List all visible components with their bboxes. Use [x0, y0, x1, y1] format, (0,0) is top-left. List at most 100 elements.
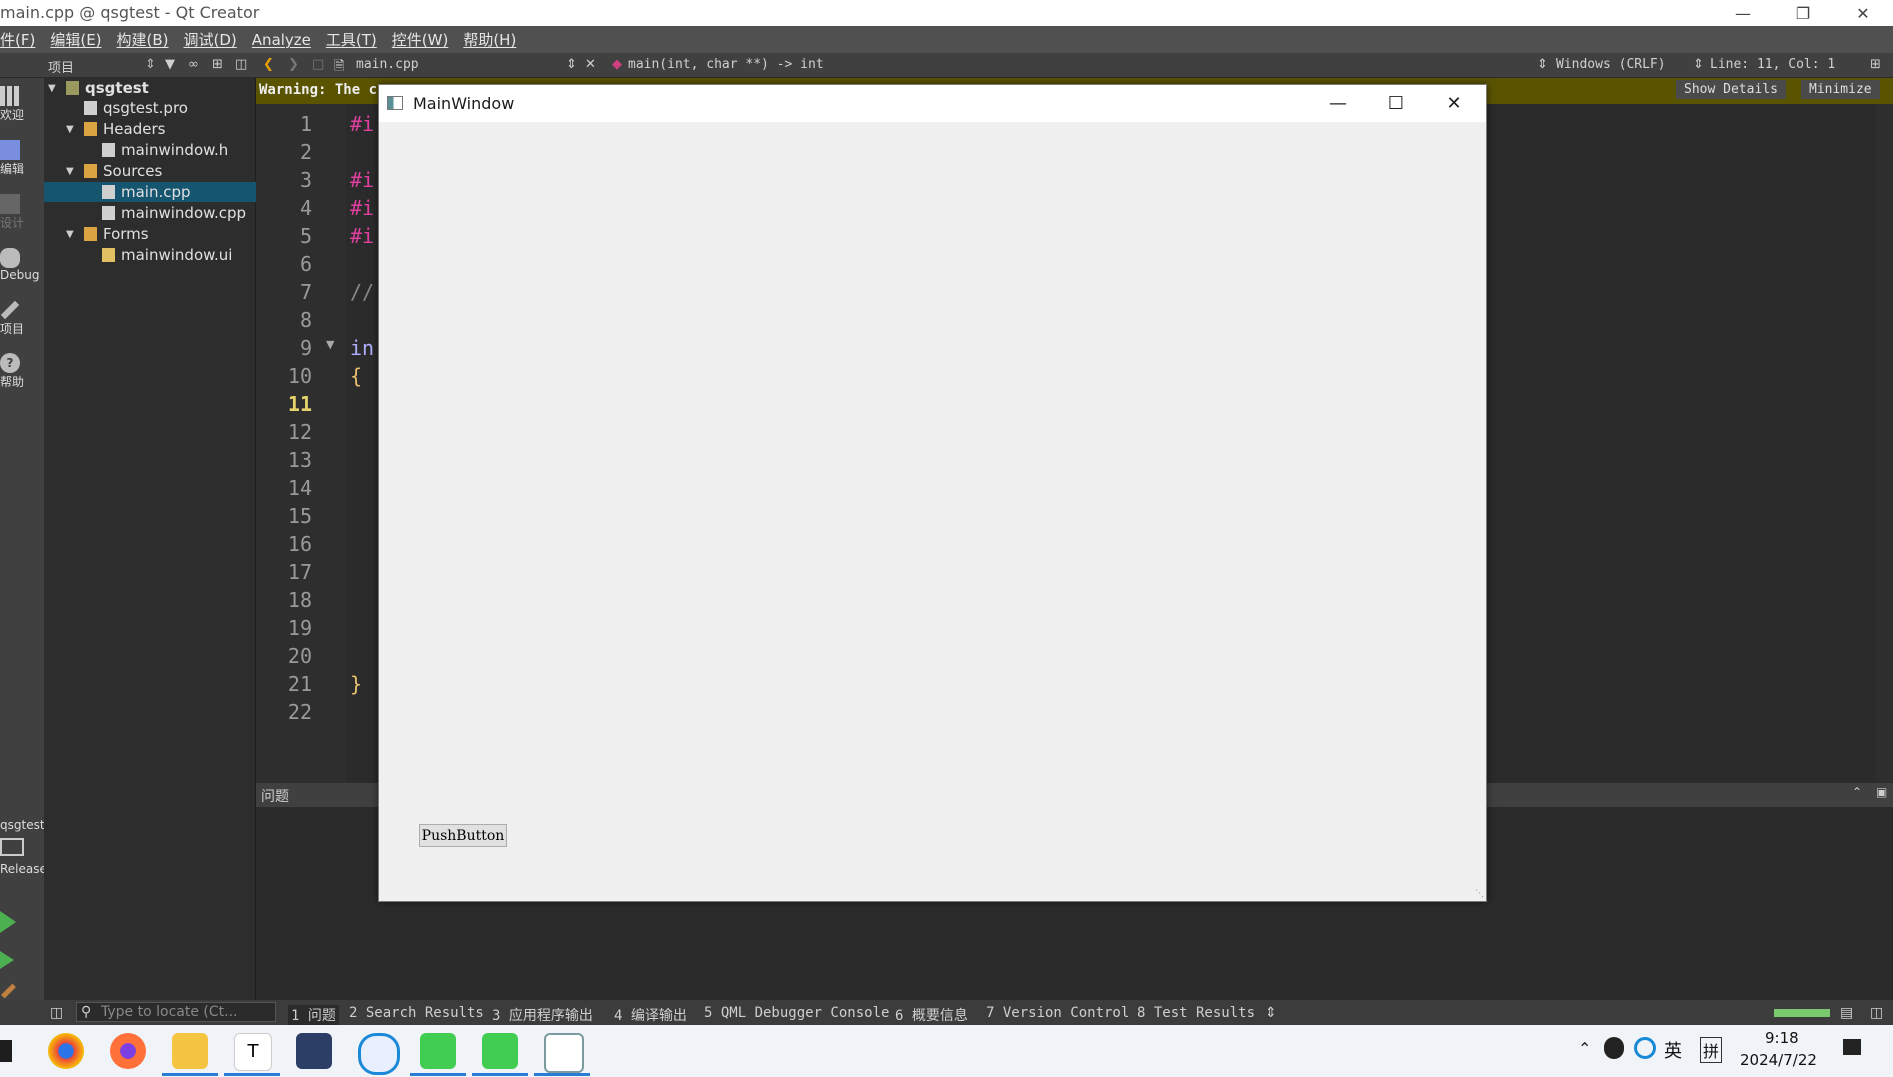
code-line[interactable]: //	[350, 280, 374, 304]
mw-maximize-button[interactable]: ☐	[1367, 85, 1425, 122]
qq-icon[interactable]	[1604, 1037, 1624, 1059]
line-number[interactable]: 8	[256, 308, 312, 332]
restore-button[interactable]: ❐	[1773, 0, 1833, 26]
menu-file[interactable]: 件(F)	[0, 29, 35, 50]
file-explorer-icon[interactable]	[172, 1033, 208, 1069]
editor-scrollbar[interactable]	[1876, 104, 1893, 783]
mode-edit[interactable]: 编辑	[0, 140, 44, 177]
mode-welcome[interactable]: 欢迎	[0, 86, 44, 123]
line-number[interactable]: 5	[256, 224, 312, 248]
line-number[interactable]: 11	[256, 392, 312, 416]
line-number[interactable]: 21	[256, 672, 312, 696]
menu-help[interactable]: 帮助(H)	[463, 29, 516, 50]
expand-arrow-icon[interactable]: ▼	[66, 166, 76, 177]
link-icon[interactable]: ∞	[188, 57, 199, 72]
close-document-icon[interactable]: ✕	[585, 57, 596, 72]
close-sidebar-icon[interactable]: ◫	[235, 57, 247, 72]
code-line[interactable]: #i	[350, 112, 374, 136]
code-line[interactable]: #i	[350, 168, 374, 192]
minimize-button[interactable]: —	[1713, 0, 1773, 26]
build-button[interactable]	[0, 983, 44, 999]
minimize-warning-button[interactable]: Minimize	[1801, 80, 1880, 99]
line-ending-combo[interactable]: Windows (CRLF)	[1556, 57, 1666, 72]
tab-app-output[interactable]: 3 应用程序输出	[492, 1005, 593, 1025]
show-details-button[interactable]: Show Details	[1676, 80, 1786, 99]
mode-debug[interactable]: Debug	[0, 248, 44, 282]
line-number[interactable]: 9	[256, 336, 312, 360]
mode-projects[interactable]: 项目	[0, 300, 44, 337]
tree-item-pro[interactable]: qsgtest.pro	[84, 98, 188, 118]
start-icon[interactable]	[0, 1040, 12, 1062]
tree-item-mainwindow-h[interactable]: mainwindow.h	[102, 140, 228, 160]
debug-run-button[interactable]	[0, 951, 44, 969]
tree-item-sources[interactable]: ▼ Sources	[66, 161, 162, 181]
more-tabs-icon[interactable]: ⇕	[1265, 1005, 1277, 1021]
mainwindow-app-icon[interactable]	[544, 1033, 584, 1073]
cat-app-icon[interactable]	[296, 1033, 332, 1069]
menu-analyze[interactable]: Analyze	[252, 31, 311, 49]
push-button[interactable]: PushButton	[419, 824, 507, 847]
menu-build[interactable]: 构建(B)	[117, 29, 169, 50]
project-view-combo[interactable]: 项目	[48, 57, 74, 76]
mode-help[interactable]: ? 帮助	[0, 353, 44, 390]
back-arrow-icon[interactable]: ❮	[263, 57, 274, 72]
line-number[interactable]: 12	[256, 420, 312, 444]
line-number[interactable]: 16	[256, 532, 312, 556]
menu-edit[interactable]: 编辑(E)	[50, 29, 101, 50]
tab-search-results[interactable]: 2 Search Results	[349, 1005, 484, 1021]
menu-widgets[interactable]: 控件(W)	[392, 29, 449, 50]
line-number[interactable]: 6	[256, 252, 312, 276]
resize-grip-icon[interactable]: ⋱	[1475, 889, 1484, 899]
split-editor-icon[interactable]: ⊞	[1870, 57, 1881, 72]
tree-item-headers[interactable]: ▼ Headers	[66, 119, 165, 139]
encoding-arrows-icon[interactable]: ⇕	[1537, 57, 1548, 72]
split-icon[interactable]: ⊞	[212, 57, 223, 72]
code-line[interactable]: in	[350, 336, 374, 360]
tree-item-mainwindow-cpp[interactable]: mainwindow.cpp	[102, 203, 246, 223]
tab-issues[interactable]: 1 问题	[288, 1005, 339, 1025]
code-line[interactable]: }	[350, 672, 362, 696]
line-number[interactable]: 13	[256, 448, 312, 472]
tray-chat-icon[interactable]	[1634, 1037, 1656, 1059]
forward-arrow-icon[interactable]: ❯	[288, 57, 299, 72]
tab-test-results[interactable]: 8 Test Results	[1137, 1005, 1255, 1021]
line-number[interactable]: 3	[256, 168, 312, 192]
line-number[interactable]: 2	[256, 140, 312, 164]
line-number[interactable]: 19	[256, 616, 312, 640]
code-line[interactable]: #i	[350, 224, 374, 248]
line-number[interactable]: 7	[256, 280, 312, 304]
close-button[interactable]: ✕	[1833, 0, 1893, 26]
file-combo-arrows-icon[interactable]: ⇕	[566, 57, 577, 72]
kit-selector[interactable]: qsgtest Release	[0, 818, 47, 876]
expand-arrow-icon[interactable]: ▼	[66, 124, 76, 135]
symbol-combo[interactable]: main(int, char **) -> int	[628, 57, 824, 72]
clock-date[interactable]: 2024/7/22	[1740, 1051, 1817, 1069]
line-number[interactable]: 15	[256, 504, 312, 528]
tab-compile-output[interactable]: 4 编译输出	[614, 1005, 687, 1025]
mw-close-button[interactable]: ✕	[1425, 85, 1483, 122]
fold-arrow-icon[interactable]: ▼	[326, 338, 334, 351]
firefox-icon[interactable]	[110, 1033, 146, 1069]
filter-icon[interactable]: ▼	[165, 57, 175, 72]
chat-app-icon[interactable]	[358, 1033, 400, 1075]
cursor-position[interactable]: Line: 11, Col: 1	[1710, 57, 1835, 72]
tab-qml-debugger[interactable]: 5 QML Debugger Console	[704, 1005, 889, 1021]
code-line[interactable]: #i	[350, 196, 374, 220]
line-number[interactable]: 20	[256, 644, 312, 668]
ime-mode[interactable]: 拼	[1700, 1037, 1723, 1063]
mode-design[interactable]: 设计	[0, 194, 44, 231]
tree-item-forms[interactable]: ▼ Forms	[66, 224, 149, 244]
progress-details-icon[interactable]: ▤	[1840, 1005, 1853, 1021]
main-window-titlebar[interactable]: MainWindow — ☐ ✕	[379, 85, 1486, 122]
position-arrows-icon[interactable]: ⇕	[1693, 57, 1704, 72]
clock-time[interactable]: 9:18	[1765, 1029, 1799, 1047]
qt-creator-icon[interactable]	[420, 1033, 456, 1069]
line-number[interactable]: 14	[256, 476, 312, 500]
toggle-output-icon[interactable]: ◫	[1870, 1005, 1883, 1021]
locator-input[interactable]: ⚲ Type to locate (Ct...	[76, 1002, 276, 1022]
line-number[interactable]: 10	[256, 364, 312, 388]
file-combo[interactable]: main.cpp	[356, 57, 419, 72]
ime-language[interactable]: 英	[1664, 1037, 1682, 1063]
line-number[interactable]: 18	[256, 588, 312, 612]
sort-icon[interactable]: ⇕	[145, 57, 156, 72]
